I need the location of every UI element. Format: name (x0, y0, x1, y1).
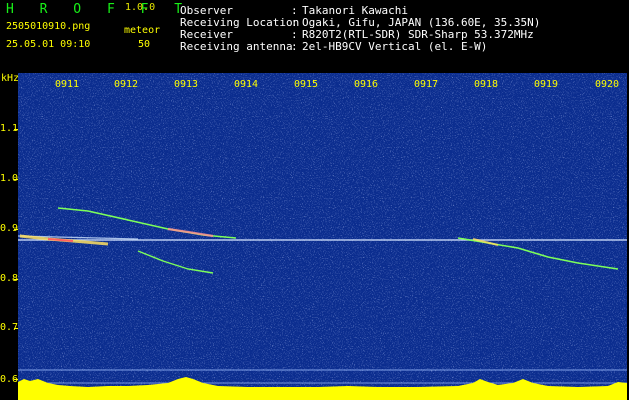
header-panel: H R O F F T 1.0.0 2505010910.png 25.05.0… (0, 0, 629, 68)
meta-location-key: Receiving Location (180, 16, 300, 29)
detection-count: 50 (138, 39, 151, 50)
time-tick-label: 0920 (595, 79, 620, 90)
y-tick-label: 0.6 (0, 374, 19, 385)
noise-speckle (18, 73, 627, 400)
detection-label: meteor (124, 25, 161, 36)
file-datetime: 25.05.01 09:10 (6, 39, 91, 50)
meta-antenna-value: 2el-HB9CV Vertical (el. E-W) (302, 40, 488, 53)
time-tick-label: 0919 (534, 79, 559, 90)
time-tick-label: 0913 (174, 79, 199, 90)
meta-receiver-key: Receiver (180, 28, 233, 41)
time-tick-label: 0912 (114, 79, 139, 90)
meta-colon: : (291, 16, 298, 29)
time-tick-label: 0917 (414, 79, 439, 90)
axis-unit: kHz (1, 73, 20, 84)
time-tick-label: 0915 (294, 79, 319, 90)
spectrogram: 0911 0912 0913 0914 0915 0916 0917 0918 … (18, 73, 627, 400)
meta-observer-key: Observer (180, 4, 233, 17)
time-tick-label: 0911 (55, 79, 80, 90)
app-title: H R O F F T (6, 2, 192, 17)
meta-location-value: Ogaki, Gifu, JAPAN (136.60E, 35.35N) (302, 16, 541, 29)
file-name: 2505010910.png (6, 21, 91, 32)
meta-colon: : (291, 28, 298, 41)
meta-receiver-value: R820T2(RTL-SDR) SDR-Sharp 53.372MHz (302, 28, 534, 41)
meta-colon: : (291, 4, 298, 17)
spectrogram-canvas (18, 73, 627, 400)
app-version: 1.0.0 (125, 2, 156, 13)
meta-antenna-key: Receiving antenna (180, 40, 293, 53)
meta-observer-value: Takanori Kawachi (302, 4, 408, 17)
time-tick-label: 0918 (474, 79, 499, 90)
time-tick-label: 0916 (354, 79, 379, 90)
meta-colon: : (291, 40, 298, 53)
time-tick-label: 0914 (234, 79, 259, 90)
frequency-axis: kHz 1.1 1.0 0.9 0.8 0.7 0.6 (0, 68, 20, 400)
